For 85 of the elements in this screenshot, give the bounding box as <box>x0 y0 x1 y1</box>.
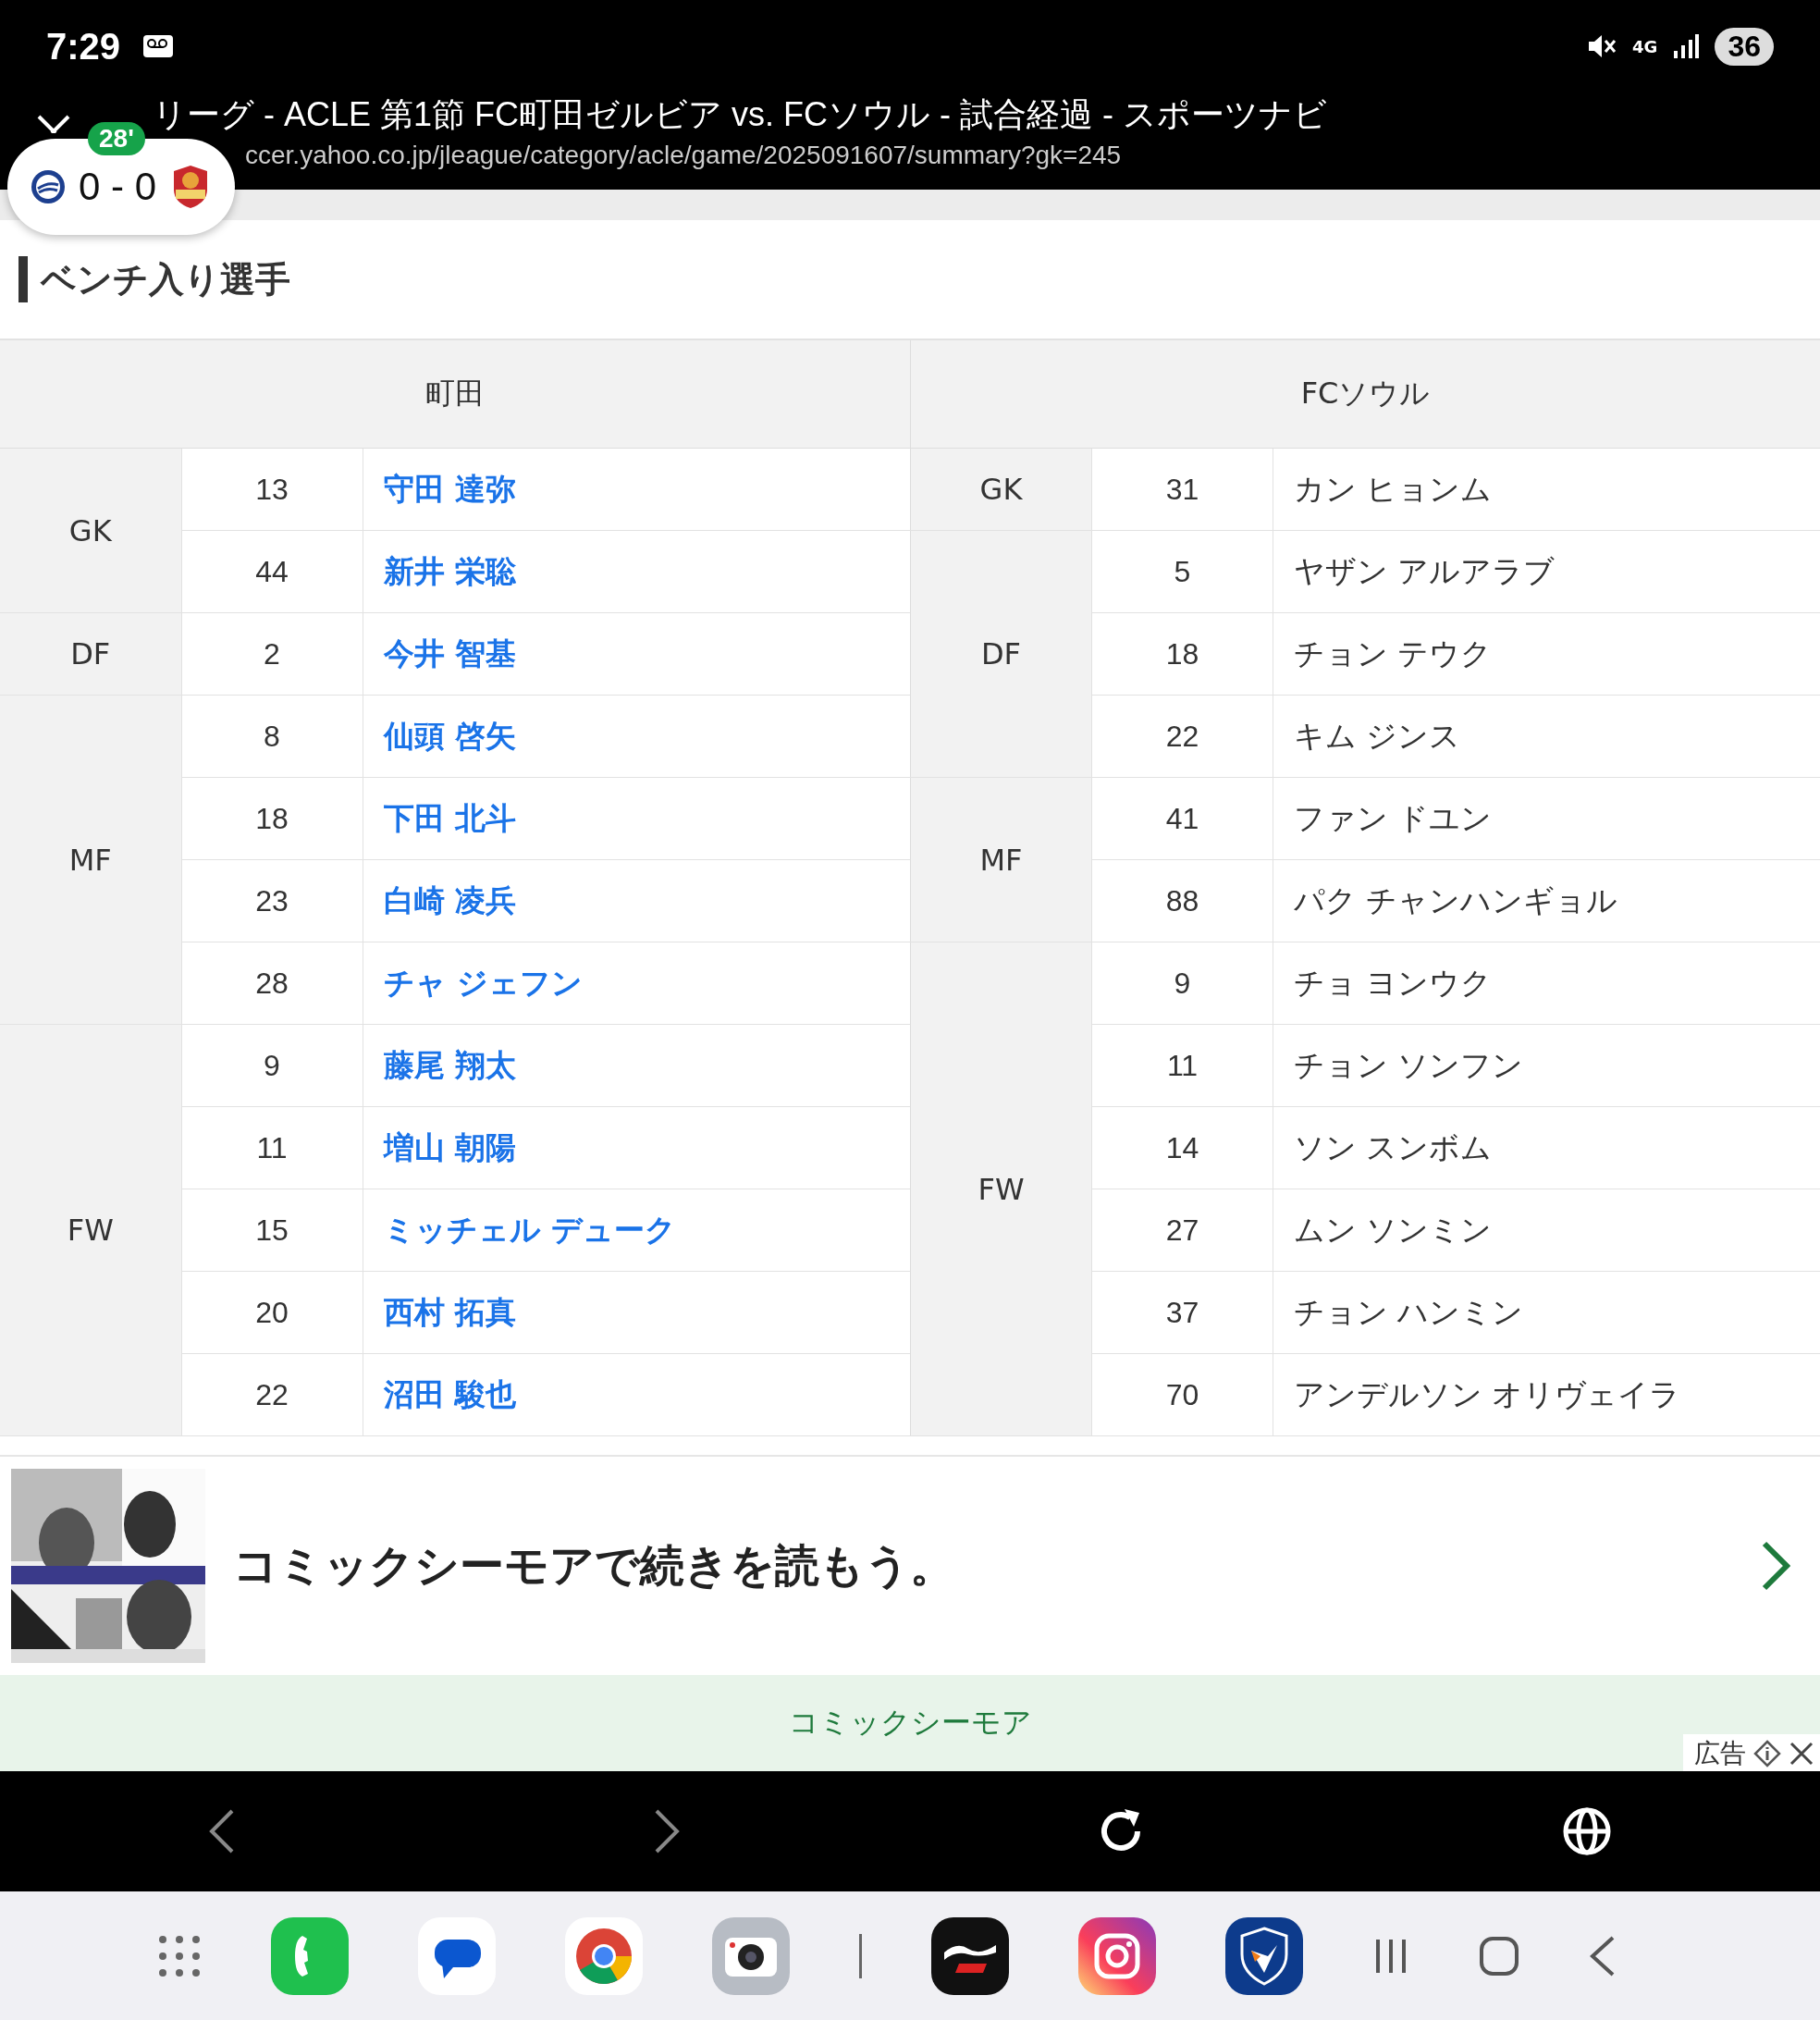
player-name: ムン ソンミン <box>1273 1189 1820 1272</box>
player-name: カン ヒョンム <box>1273 448 1820 531</box>
position-cell: DF <box>910 530 1092 778</box>
position-cell: FW <box>910 942 1092 1436</box>
camera-gradient-app-icon[interactable] <box>1078 1916 1156 1995</box>
player-name: チョン テウク <box>1273 612 1820 696</box>
position-cell: MF <box>910 777 1092 942</box>
score-text: 0 - 0 <box>78 165 156 209</box>
number-cell: 22 <box>181 1353 363 1436</box>
player-link[interactable]: 沼田 駿也 <box>363 1353 910 1436</box>
ad-headline[interactable]: コミックシーモアで続きを読もう。 <box>233 1536 1733 1595</box>
player-name: ソン スンボム <box>1273 1106 1820 1189</box>
team-header: 町田 <box>0 340 910 449</box>
page-title: リーグ - ACLE 第1節 FC町田ゼルビア vs. FCソウル - 試合経過 - スポーツナビ <box>153 94 1328 135</box>
apps-grid-icon[interactable] <box>157 1933 202 1978</box>
player-name: ヤザン アルアラブ <box>1273 530 1820 613</box>
team-header: FCソウル <box>910 340 1820 449</box>
player-link[interactable]: 藤尾 翔太 <box>363 1024 910 1107</box>
player-name: アンデルソン オリヴェイラ <box>1273 1353 1820 1436</box>
camera-app-icon[interactable] <box>712 1916 790 1995</box>
number-cell: 44 <box>181 530 363 613</box>
messages-app-icon[interactable] <box>418 1916 496 1995</box>
number-cell: 41 <box>1091 777 1273 860</box>
sports-app-icon[interactable] <box>931 1916 1009 1995</box>
battery-indicator: 36 <box>1715 27 1774 66</box>
number-cell: 23 <box>181 859 363 942</box>
number-cell: 31 <box>1091 448 1273 531</box>
player-name: キム ジンス <box>1273 695 1820 778</box>
number-cell: 13 <box>181 448 363 531</box>
match-minute-badge: 28' <box>88 122 145 155</box>
info-icon[interactable] <box>1753 1740 1781 1768</box>
player-link[interactable]: 新井 栄聡 <box>363 530 910 613</box>
voicemail-icon <box>142 34 175 58</box>
number-cell: 8 <box>181 695 363 778</box>
number-cell: 28 <box>181 942 363 1025</box>
position-cell: GK <box>0 448 181 613</box>
player-name: パク チャンハンギョル <box>1273 859 1820 942</box>
number-cell: 15 <box>181 1189 363 1272</box>
player-link[interactable]: 下田 北斗 <box>363 777 910 860</box>
player-link[interactable]: チャ ジェフン <box>363 942 910 1025</box>
number-cell: 37 <box>1091 1271 1273 1354</box>
signal-icon <box>1672 32 1701 60</box>
team-emblem-icon <box>30 168 68 205</box>
globe-icon[interactable] <box>1561 1806 1612 1856</box>
number-cell: 9 <box>181 1024 363 1107</box>
player-link[interactable]: 今井 智基 <box>363 612 910 696</box>
position-cell: GK <box>910 448 1092 531</box>
player-link[interactable]: 白崎 凌兵 <box>363 859 910 942</box>
chevron-right-icon[interactable] <box>1761 1540 1790 1592</box>
player-name: チョン ソンフン <box>1273 1024 1820 1107</box>
position-cell: MF <box>0 695 181 1025</box>
home-icon[interactable] <box>1479 1935 1519 1977</box>
player-name: ファン ドユン <box>1273 777 1820 860</box>
player-link[interactable]: 仙頭 啓矢 <box>363 695 910 778</box>
network-label: 4G <box>1632 36 1658 56</box>
number-cell: 11 <box>181 1106 363 1189</box>
page-url[interactable]: ccer.yahoo.co.jp/jleague/category/acle/game/2025091607/summary?gk=245 <box>245 137 1122 174</box>
heading-accent-bar <box>18 256 28 302</box>
player-link[interactable]: ミッチェル デューク <box>363 1189 910 1272</box>
ad-label: 広告 <box>1694 1737 1746 1770</box>
number-cell: 88 <box>1091 859 1273 942</box>
player-link[interactable]: 守田 達弥 <box>363 448 910 531</box>
number-cell: 18 <box>181 777 363 860</box>
number-cell: 22 <box>1091 695 1273 778</box>
number-cell: 2 <box>181 612 363 696</box>
section-title: ベンチ入り選手 <box>41 257 290 302</box>
player-name: チョ ヨンウク <box>1273 942 1820 1025</box>
ad-brand-link[interactable]: コミックシーモア <box>788 1703 1032 1743</box>
number-cell: 9 <box>1091 942 1273 1025</box>
number-cell: 5 <box>1091 530 1273 613</box>
number-cell: 11 <box>1091 1024 1273 1107</box>
back-icon[interactable] <box>1589 1934 1617 1977</box>
number-cell: 14 <box>1091 1106 1273 1189</box>
number-cell: 18 <box>1091 612 1273 696</box>
number-cell: 27 <box>1091 1189 1273 1272</box>
player-name: チョン ハンミン <box>1273 1271 1820 1354</box>
position-cell: FW <box>0 1024 181 1436</box>
number-cell: 20 <box>181 1271 363 1354</box>
player-link[interactable]: 西村 拓真 <box>363 1271 910 1354</box>
number-cell: 70 <box>1091 1353 1273 1436</box>
player-link[interactable]: 増山 朝陽 <box>363 1106 910 1189</box>
browser-app-icon[interactable] <box>565 1916 643 1995</box>
position-cell: DF <box>0 612 181 696</box>
status-time: 7:29 <box>46 25 121 68</box>
shield-app-icon[interactable] <box>1225 1916 1303 1995</box>
